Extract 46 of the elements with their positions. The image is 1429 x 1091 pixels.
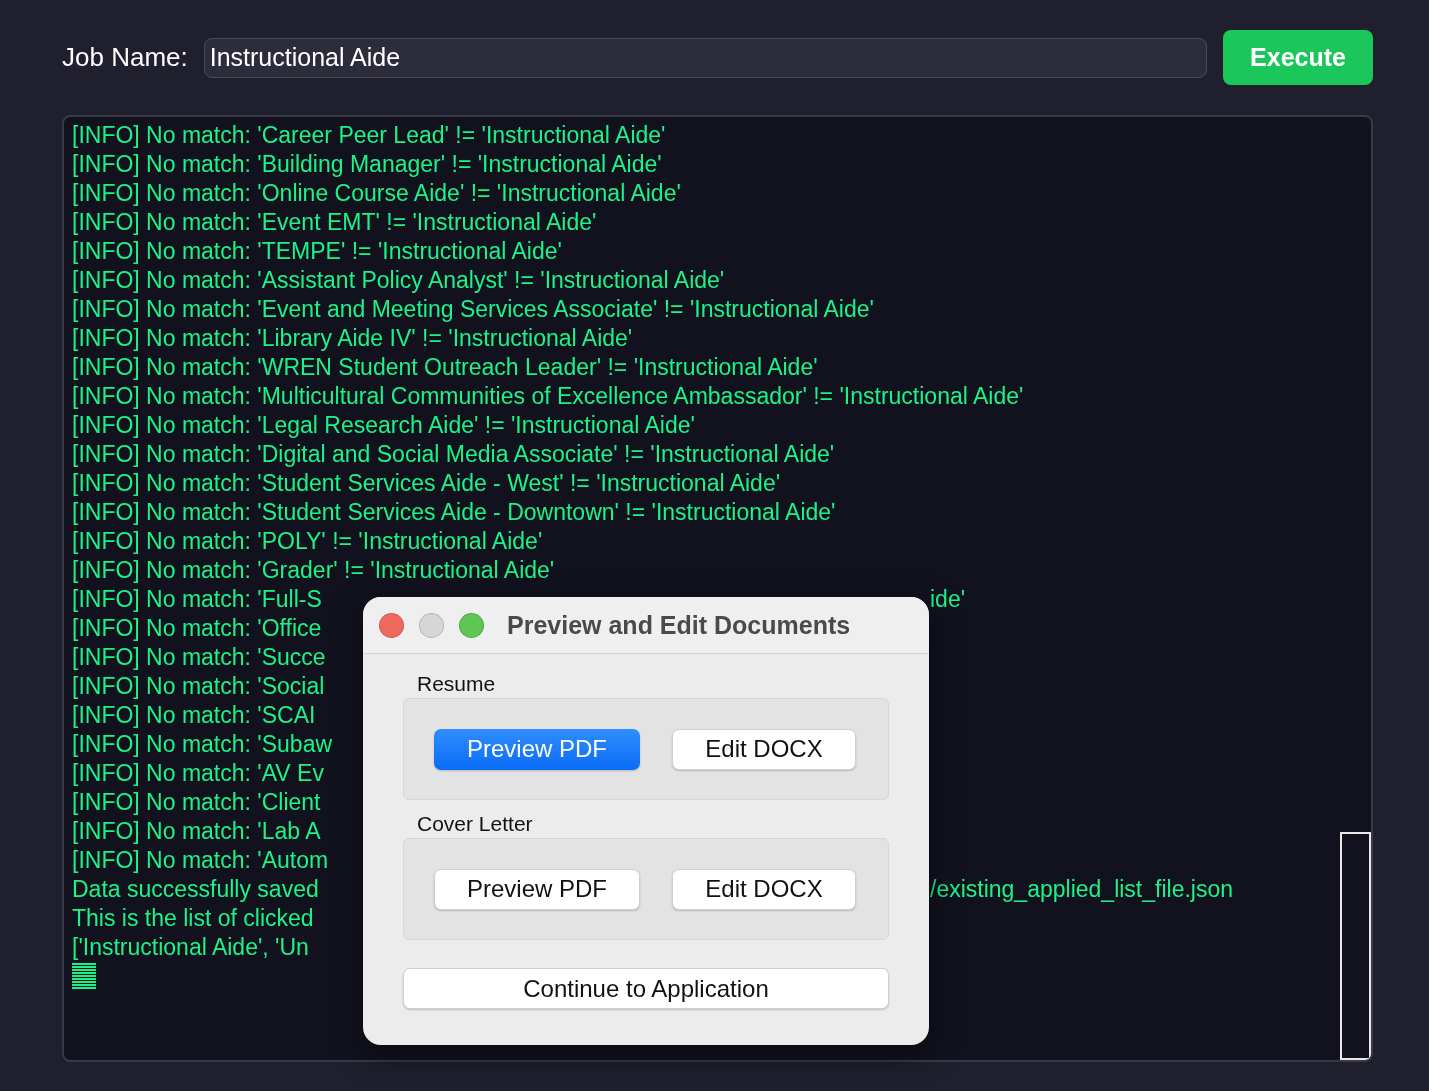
log-line: This is the list of clicked [72, 905, 314, 931]
log-line: [INFO] No match: 'Event EMT' != 'Instructional Aide' [72, 208, 597, 237]
log-line: [INFO] No match: 'Client [72, 789, 321, 815]
log-line: [INFO] No match: 'Grader' != 'Instructional Aide' [72, 556, 555, 585]
log-line: [INFO] No match: 'Subaw [72, 731, 333, 757]
log-line: [INFO] No match: 'POLY' != 'Instructional Aide' [72, 527, 543, 556]
edit-docx-button[interactable]: Edit DOCX [672, 728, 856, 770]
job-name-field[interactable]: Instructional Aide [203, 37, 1207, 78]
preview-pdf-button[interactable]: Preview PDF [434, 868, 640, 910]
log-line: /existing_applied_list_file.json [930, 875, 1234, 904]
minimize-icon[interactable] [419, 612, 444, 638]
section-label: Cover Letter [416, 811, 534, 837]
log-line: [INFO] No match: 'SCAI [72, 702, 316, 728]
log-line: [INFO] No match: 'Event and Meeting Services Associate' != 'Instructional Aide' [72, 295, 874, 324]
log-line: [INFO] No match: 'Career Peer Lead' != 'Instructional Aide' [72, 121, 666, 150]
cursor-icon [72, 962, 96, 991]
log-line: [INFO] No match: 'Digital and Social Media Associate' != 'Instructional Aide' [72, 440, 835, 469]
log-line: [INFO] No match: 'Office [72, 615, 322, 641]
log-line: [INFO] No match: 'Social [72, 673, 325, 699]
log-line: [INFO] No match: 'Autom [72, 847, 329, 873]
log-line: [INFO] No match: 'Online Course Aide' != 'Instructional Aide' [72, 179, 681, 208]
log-line: [INFO] No match: 'Student Services Aide - Downtown' != 'Instructional Aide' [72, 498, 836, 527]
log-line: [INFO] No match: 'Assistant Policy Analyst' != 'Instructional Aide' [72, 266, 725, 295]
dialog-title: Preview and Edit Documents [507, 610, 851, 640]
log-line: [INFO] No match: 'Full-S [72, 586, 322, 612]
log-line: [INFO] No match: 'Lab A [72, 818, 321, 844]
section-label: Resume [416, 671, 497, 697]
log-line: [INFO] No match: 'AV Ev [72, 760, 324, 786]
log-line: [INFO] No match: 'Legal Research Aide' != 'Instructional Aide' [72, 411, 695, 440]
continue-button[interactable]: Continue to Application [403, 968, 889, 1009]
log-line: [INFO] No match: 'WREN Student Outreach Leader' != 'Instructional Aide' [72, 353, 818, 382]
log-line: [INFO] No match: 'Multicultural Communities of Excellence Ambassador' != 'Instructional Aide' [72, 382, 1024, 411]
log-line: [INFO] No match: 'Library Aide IV' != 'Instructional Aide' [72, 324, 633, 353]
preview-pdf-button[interactable]: Preview PDF [434, 728, 640, 770]
close-icon[interactable] [379, 612, 404, 638]
log-line: Data successfully saved [72, 876, 319, 902]
log-line: [INFO] No match: 'TEMPE' != 'Instructional Aide' [72, 237, 562, 266]
log-line: [INFO] No match: 'Building Manager' != 'Instructional Aide' [72, 150, 662, 179]
job-name-label: Job Name: [62, 42, 188, 73]
log-line: [INFO] No match: 'Student Services Aide - West' != 'Instructional Aide' [72, 469, 781, 498]
zoom-icon[interactable] [459, 612, 484, 638]
log-line: [INFO] No match: 'Succe [72, 644, 326, 670]
edit-docx-button[interactable]: Edit DOCX [672, 868, 856, 910]
log-line: ['Instructional Aide', 'Un [72, 934, 309, 960]
log-line: ide' [930, 585, 966, 614]
scrollbar[interactable] [1340, 832, 1371, 1060]
